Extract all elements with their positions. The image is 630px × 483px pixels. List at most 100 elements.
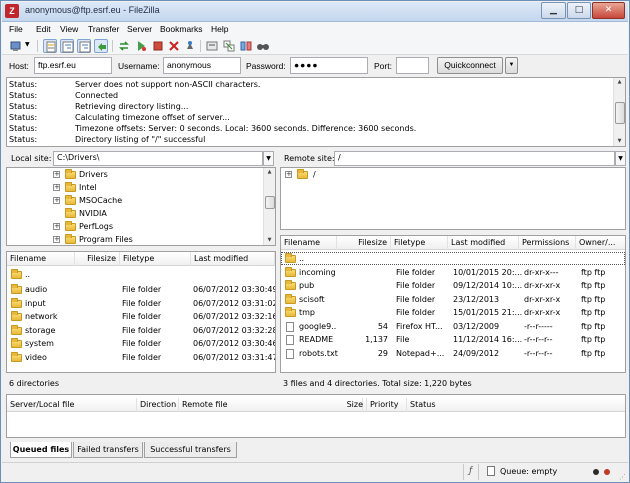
menu-transfer[interactable]: Transfer [88, 24, 119, 34]
menu-file[interactable]: File [9, 24, 23, 34]
local-site-path[interactable]: C:\Drivers\ [53, 151, 263, 166]
password-input[interactable]: ●●●● [290, 57, 368, 74]
process-queue-icon[interactable] [134, 39, 148, 53]
scroll-up-icon[interactable]: ▲ [614, 78, 625, 87]
transfer-led-icon [604, 469, 610, 475]
file-row[interactable]: network File folder 06/07/2012 03:32:16 [7, 310, 275, 323]
directory-listing-filters-icon[interactable] [205, 39, 219, 53]
quickconnect-button[interactable]: Quickconnect [437, 57, 503, 74]
column-remote-file[interactable]: Remote file [179, 398, 363, 412]
file-row[interactable]: system File folder 06/07/2012 03:30:46 [7, 337, 275, 350]
folder-icon [11, 269, 22, 279]
resize-grip-icon[interactable]: ⋰ [619, 473, 626, 481]
column-filename[interactable]: Filename [281, 236, 337, 250]
column-direction[interactable]: Direction [137, 398, 179, 412]
scroll-down-icon[interactable]: ▼ [264, 236, 275, 245]
file-row[interactable]: incoming File folder 10/01/2015 20:... dr-x… [281, 266, 625, 279]
scroll-up-icon[interactable]: ▲ [264, 168, 275, 177]
column-last-modified[interactable]: Last modified [448, 236, 519, 250]
tab-successful-transfers[interactable]: Successful transfers [144, 442, 237, 458]
minimize-button[interactable]: ▁ [541, 2, 566, 19]
folder-icon [65, 221, 76, 231]
username-label: Username: [118, 61, 160, 71]
quickconnect-dropdown-icon[interactable]: ▼ [505, 57, 518, 74]
remote-site-path[interactable]: / [334, 151, 615, 166]
folder-icon [297, 169, 308, 179]
scroll-thumb[interactable] [615, 102, 625, 124]
column-owner-group[interactable]: Owner/... [576, 236, 625, 250]
file-row[interactable]: audio File folder 06/07/2012 03:30:49 [7, 283, 275, 296]
column-filename[interactable]: Filename [7, 252, 75, 266]
column-priority[interactable]: Priority [367, 398, 407, 412]
menu-help[interactable]: Help [211, 24, 228, 34]
remote-status: 3 files and 4 directories. Total size: 1… [280, 377, 626, 390]
file-row[interactable]: robots.txt 29 Notepad+... 24/09/2012 -r--r--… [281, 347, 625, 360]
file-row[interactable]: pub File folder 09/12/2014 10:... dr-xr-xr-… [281, 279, 625, 292]
message-log[interactable]: Status: Server does not support non-ASCII… [6, 77, 626, 147]
remote-tree[interactable]: + / [280, 167, 626, 230]
tab-failed-transfers[interactable]: Failed transfers [73, 442, 143, 458]
menu-view[interactable]: View [60, 24, 78, 34]
scroll-thumb[interactable] [265, 196, 275, 209]
site-manager-dropdown-icon[interactable]: ▼ [25, 41, 30, 48]
host-label: Host: [9, 61, 29, 71]
menu-bookmarks[interactable]: Bookmarks [160, 24, 203, 34]
file-row[interactable]: README 1,137 File 11/12/2014 16:... -r--r--r… [281, 333, 625, 346]
folder-icon [65, 208, 76, 218]
transfer-queue[interactable]: Server/Local file Direction Remote file … [6, 394, 626, 438]
file-row[interactable]: tmp File folder 15/01/2015 21:... dr-xr-xr-… [281, 306, 625, 319]
folder-icon [65, 182, 76, 192]
site-manager-icon[interactable] [9, 39, 23, 53]
toggle-sync-browsing-icon[interactable] [222, 39, 236, 53]
file-row[interactable]: input File folder 06/07/2012 03:31:02 [7, 297, 275, 310]
column-size[interactable]: Size [337, 398, 367, 412]
tab-queued-files[interactable]: Queued files [10, 442, 72, 458]
disconnect-icon[interactable] [167, 39, 181, 53]
folder-icon [285, 267, 296, 277]
toggle-local-tree-icon[interactable] [60, 39, 74, 53]
column-filesize[interactable]: Filesize [75, 252, 120, 266]
local-site-dropdown-icon[interactable]: ▼ [263, 151, 274, 166]
column-status[interactable]: Status [407, 398, 527, 412]
search-remote-files-icon[interactable] [256, 39, 270, 53]
close-button[interactable]: ✕ [592, 2, 625, 19]
column-filetype[interactable]: Filetype [120, 252, 191, 266]
column-permissions[interactable]: Permissions [519, 236, 576, 250]
scroll-down-icon[interactable]: ▼ [614, 137, 625, 146]
folder-icon [65, 234, 76, 244]
toggle-queue-icon[interactable] [94, 39, 108, 53]
password-label: Password: [246, 61, 286, 71]
column-server-local-file[interactable]: Server/Local file [7, 398, 137, 412]
folder-icon [11, 284, 22, 294]
menu-server[interactable]: Server [127, 24, 152, 34]
toggle-message-log-icon[interactable] [43, 39, 57, 53]
toolbar-separator [200, 40, 201, 52]
local-tree[interactable]: + Drivers + Intel + MSOCache NVIDIA + PerfLo… [6, 167, 276, 246]
folder-icon [11, 338, 22, 348]
column-filetype[interactable]: Filetype [391, 236, 448, 250]
reconnect-icon[interactable] [183, 39, 197, 53]
column-last-modified[interactable]: Last modified [191, 252, 275, 266]
cancel-operation-icon[interactable] [151, 39, 165, 53]
port-input[interactable] [396, 57, 429, 74]
local-tree-scrollbar[interactable]: ▲ ▼ [263, 168, 275, 245]
toggle-remote-tree-icon[interactable] [77, 39, 91, 53]
username-input[interactable]: anonymous [163, 57, 241, 74]
maximize-button[interactable]: □ [567, 2, 591, 19]
file-row[interactable]: scisoft File folder 23/12/2013 dr-xr-xr-x ft… [281, 293, 625, 306]
log-scrollbar[interactable]: ▲ ▼ [613, 78, 625, 146]
file-row[interactable]: google9... 54 Firefox HT... 03/12/2009 -r--r… [281, 320, 625, 333]
local-status: 6 directories [6, 377, 276, 390]
host-input[interactable]: ftp.esrf.eu [34, 57, 112, 74]
menu-edit[interactable]: Edit [36, 24, 51, 34]
column-filesize[interactable]: Filesize [337, 236, 391, 250]
remote-file-list[interactable]: Filename Filesize Filetype Last modified… [280, 235, 626, 373]
directory-comparison-icon[interactable] [239, 39, 253, 53]
file-row[interactable]: storage File folder 06/07/2012 03:32:28 [7, 324, 275, 337]
file-row[interactable]: .. [281, 252, 625, 265]
file-row[interactable]: .. [7, 268, 275, 281]
remote-site-dropdown-icon[interactable]: ▼ [615, 151, 626, 166]
local-file-list[interactable]: Filename Filesize Filetype Last modified… [6, 251, 276, 373]
file-row[interactable]: video File folder 06/07/2012 03:31:47 [7, 351, 275, 364]
refresh-icon[interactable] [117, 39, 131, 53]
